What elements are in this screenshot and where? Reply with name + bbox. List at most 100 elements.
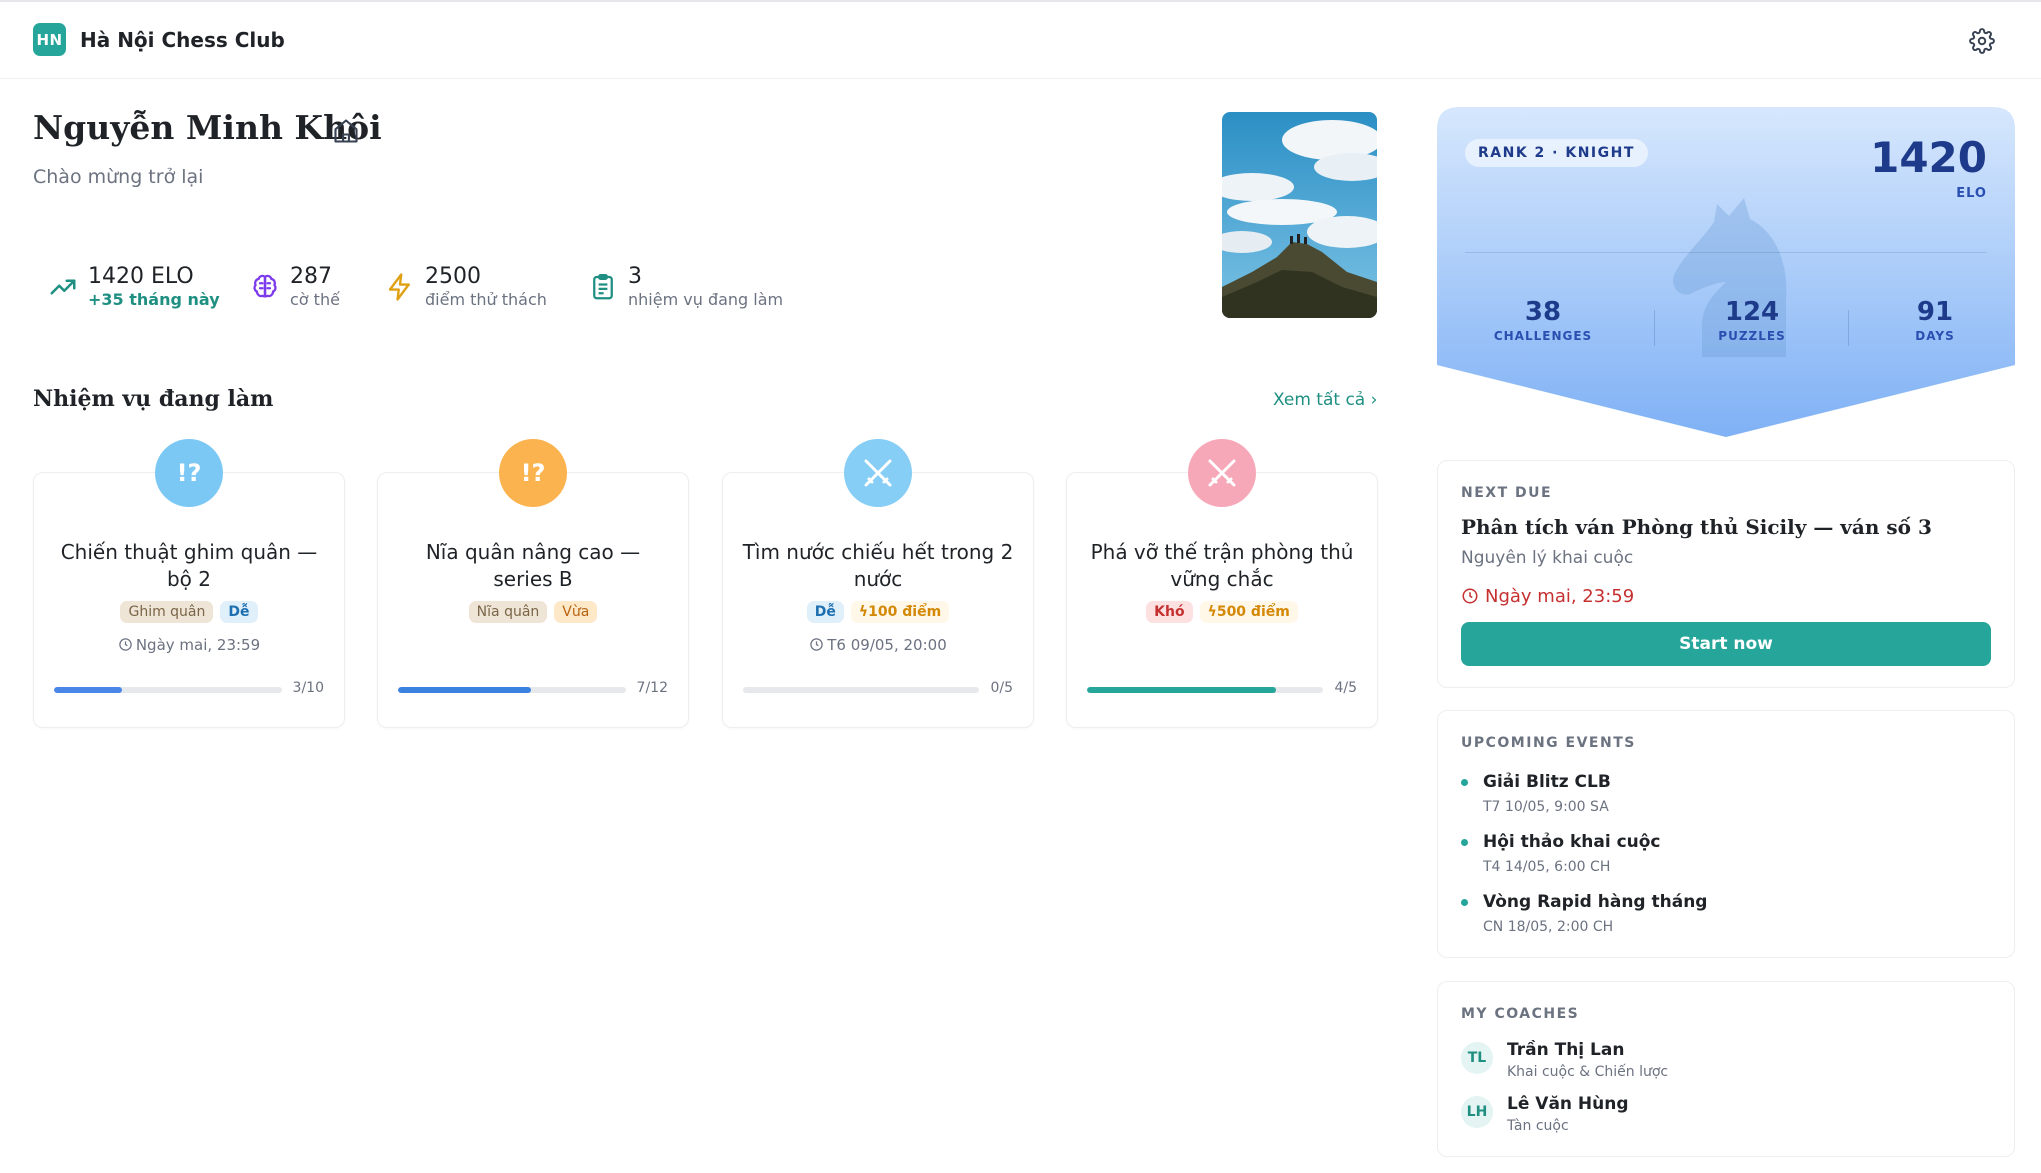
missions-title: Nhiệm vụ đang làm — [33, 386, 274, 412]
see-all-link[interactable]: Xem tất cả › — [1273, 390, 1377, 410]
mission-title: Phá vỡ thế trận phòng thủ vững chắc — [1090, 540, 1354, 591]
rank-stat-challenges: 38 CHALLENGES — [1463, 297, 1623, 343]
avatar: LH — [1461, 1096, 1493, 1128]
mission-card[interactable]: Tìm nước chiếu hết trong 2 nước Dễ ϟ100 … — [722, 439, 1034, 728]
rank-elo-label: ELO — [1956, 186, 1987, 201]
mission-due: T6 09/05, 20:00 — [723, 636, 1033, 654]
progress-count: 3/10 — [292, 680, 324, 696]
trending-up-icon — [50, 279, 76, 295]
stat-sub: cờ thế — [290, 290, 340, 309]
due-text: Ngày mai, 23:59 — [135, 636, 261, 654]
mission-card[interactable]: !? Nĩa quân nâng cao — series B Nĩa quân… — [377, 439, 689, 728]
lightning-icon: ϟ — [1207, 604, 1217, 620]
tag-difficulty: Vừa — [554, 601, 598, 623]
progress-fill — [398, 687, 531, 693]
tag-topic: Nĩa quân — [468, 601, 548, 623]
progress-bar — [743, 687, 979, 693]
next-due-time: Ngày mai, 23:59 — [1461, 586, 1634, 607]
home-icon[interactable] — [332, 117, 360, 145]
lightning-icon: ϟ — [858, 604, 869, 620]
event-title: Hội thảo khai cuộc — [1483, 832, 1661, 852]
user-name: Nguyễn Minh Khôi — [33, 108, 382, 147]
clipboard-icon — [593, 274, 613, 300]
stat-sub: điểm thử thách — [425, 290, 547, 309]
mission-tags: Ghim quân Dễ — [34, 601, 344, 623]
rank-separator — [1848, 310, 1849, 346]
start-now-button[interactable]: Start now — [1461, 622, 1991, 666]
rank-elo: 1420 — [1870, 133, 1987, 182]
swords-icon — [1188, 439, 1256, 507]
mission-due: Ngày mai, 23:59 — [34, 636, 344, 654]
rank-separator — [1654, 310, 1655, 346]
rank-card: RANK 2 · KNIGHT 1420 ELO 38 CHALLENGES 1… — [1437, 107, 2015, 437]
progress-bar — [398, 687, 626, 693]
rank-stat-value: 38 — [1524, 297, 1562, 327]
coach-role: Tàn cuộc — [1507, 1118, 1569, 1134]
progress-count: 0/5 — [990, 680, 1013, 696]
mission-title: Chiến thuật ghim quân — bộ 2 — [60, 540, 318, 591]
event-dot — [1461, 899, 1468, 906]
welcome-text: Chào mừng trở lại — [33, 166, 204, 188]
stat-value: 287 — [290, 264, 332, 289]
avatar: TL — [1461, 1042, 1493, 1074]
next-due-subtitle: Nguyên lý khai cuộc — [1461, 548, 1634, 568]
rank-stat-label: DAYS — [1915, 329, 1955, 343]
coaches-heading: MY COACHES — [1461, 1006, 1580, 1022]
coach-name: Trần Thị Lan — [1507, 1040, 1625, 1060]
rank-badge: RANK 2 · KNIGHT — [1465, 139, 1648, 167]
club-logo[interactable]: HN — [33, 23, 66, 56]
mission-title: Tìm nước chiếu hết trong 2 nước — [742, 540, 1014, 591]
rank-divider — [1465, 252, 1987, 253]
progress-count: 7/12 — [636, 680, 668, 696]
mission-card[interactable]: Phá vỡ thế trận phòng thủ vững chắc Khó … — [1066, 439, 1378, 728]
stat-sub: nhiệm vụ đang làm — [628, 290, 784, 309]
event-date: T4 14/05, 6:00 CH — [1483, 859, 1611, 875]
progress-fill — [54, 687, 123, 693]
gear-icon[interactable] — [1969, 28, 1995, 54]
upcoming-events-panel: UPCOMING EVENTS Giải Blitz CLB T7 10/05,… — [1437, 710, 2015, 958]
rank-stat-puzzles: 124 PUZZLES — [1672, 297, 1832, 343]
tag-points-text: 100 điểm — [868, 604, 942, 620]
event-title: Vòng Rapid hàng tháng — [1483, 892, 1708, 912]
event-date: CN 18/05, 2:00 CH — [1483, 919, 1614, 935]
coach-name: Lê Văn Hùng — [1507, 1094, 1629, 1114]
next-due-panel: NEXT DUE Phân tích ván Phòng thủ Sicily … — [1437, 460, 2015, 688]
progress-bar — [1087, 687, 1323, 693]
clock-icon — [810, 638, 824, 651]
tactic-icon: !? — [155, 439, 223, 507]
progress-fill — [1087, 687, 1276, 693]
brain-icon — [253, 274, 277, 298]
next-due-text: Ngày mai, 23:59 — [1485, 586, 1635, 607]
top-bar: HN Hà Nội Chess Club — [0, 0, 2041, 79]
mission-tags: Khó ϟ500 điểm — [1067, 601, 1377, 623]
profile-photo — [1222, 112, 1377, 318]
stat-value: 3 — [628, 264, 642, 289]
rank-stat-label: CHALLENGES — [1493, 329, 1593, 343]
clock-icon — [1462, 588, 1478, 604]
events-heading: UPCOMING EVENTS — [1461, 735, 1636, 751]
stat-value: 1420 ELO — [88, 264, 194, 289]
rank-stat-days: 91 DAYS — [1855, 297, 2015, 343]
tag-points: ϟ100 điểm — [850, 601, 950, 623]
mission-title: Nĩa quân nâng cao — series B — [425, 540, 641, 591]
mission-card[interactable]: !? Chiến thuật ghim quân — bộ 2 Ghim quâ… — [33, 439, 345, 728]
next-due-title[interactable]: Phân tích ván Phòng thủ Sicily — ván số … — [1461, 515, 1932, 539]
lightning-icon — [388, 273, 410, 301]
progress-bar — [54, 687, 282, 693]
tag-difficulty: Khó — [1146, 601, 1193, 623]
clock-icon — [119, 638, 132, 651]
coach-role: Khai cuộc & Chiến lược — [1507, 1064, 1669, 1080]
club-name[interactable]: Hà Nội Chess Club — [80, 28, 285, 52]
event-date: T7 10/05, 9:00 SA — [1483, 799, 1609, 815]
event-title: Giải Blitz CLB — [1483, 772, 1611, 792]
rank-stat-value: 91 — [1916, 297, 1954, 327]
stat-sub: +35 tháng này — [88, 290, 220, 309]
mission-tags: Dễ ϟ100 điểm — [723, 601, 1033, 623]
rank-stat-label: PUZZLES — [1718, 329, 1786, 343]
tag-points: ϟ500 điểm — [1199, 601, 1298, 623]
tag-points-text: 500 điểm — [1216, 604, 1290, 620]
event-dot — [1461, 779, 1468, 786]
tag-topic: Ghim quân — [120, 601, 214, 623]
next-due-heading: NEXT DUE — [1461, 485, 1553, 501]
stat-value: 2500 — [425, 264, 481, 289]
